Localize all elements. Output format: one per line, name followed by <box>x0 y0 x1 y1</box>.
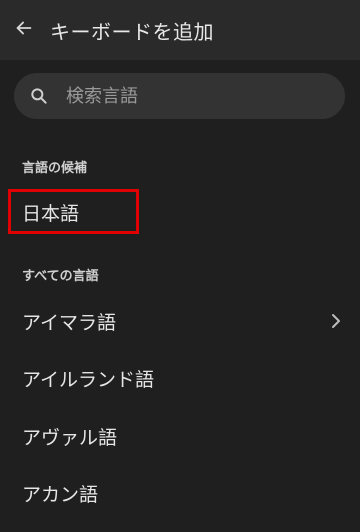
search-bar[interactable] <box>14 73 345 119</box>
page-title: キーボードを追加 <box>50 19 214 44</box>
list-item-label: 日本語 <box>22 202 80 225</box>
search-input[interactable] <box>64 84 308 108</box>
app-bar: キーボードを追加 <box>0 0 360 60</box>
section-label-all-languages: すべての言語 <box>22 269 99 284</box>
keyboard-add-screen: キーボードを追加 言語の候補 日本語 すべての言語 アイマラ語 アイルランド語 … <box>0 0 360 532</box>
list-item-japanese[interactable]: 日本語 <box>0 184 360 240</box>
section-label-suggested: 言語の候補 <box>22 161 88 176</box>
list-item-avar[interactable]: アヴァル語 <box>0 408 360 464</box>
search-icon <box>28 85 50 107</box>
list-item-akan[interactable]: アカン語 <box>0 465 360 521</box>
list-item-label: アイルランド語 <box>22 368 155 391</box>
list-item-label: アカン語 <box>22 483 99 506</box>
list-item-label: アヴァル語 <box>22 426 118 449</box>
list-item-label: アイマラ語 <box>22 311 117 334</box>
list-item-irish[interactable]: アイルランド語 <box>0 350 360 406</box>
back-button[interactable] <box>0 0 48 60</box>
arrow-left-icon <box>13 17 35 43</box>
chevron-right-icon <box>328 313 344 329</box>
list-item-aymara[interactable]: アイマラ語 <box>0 293 360 349</box>
